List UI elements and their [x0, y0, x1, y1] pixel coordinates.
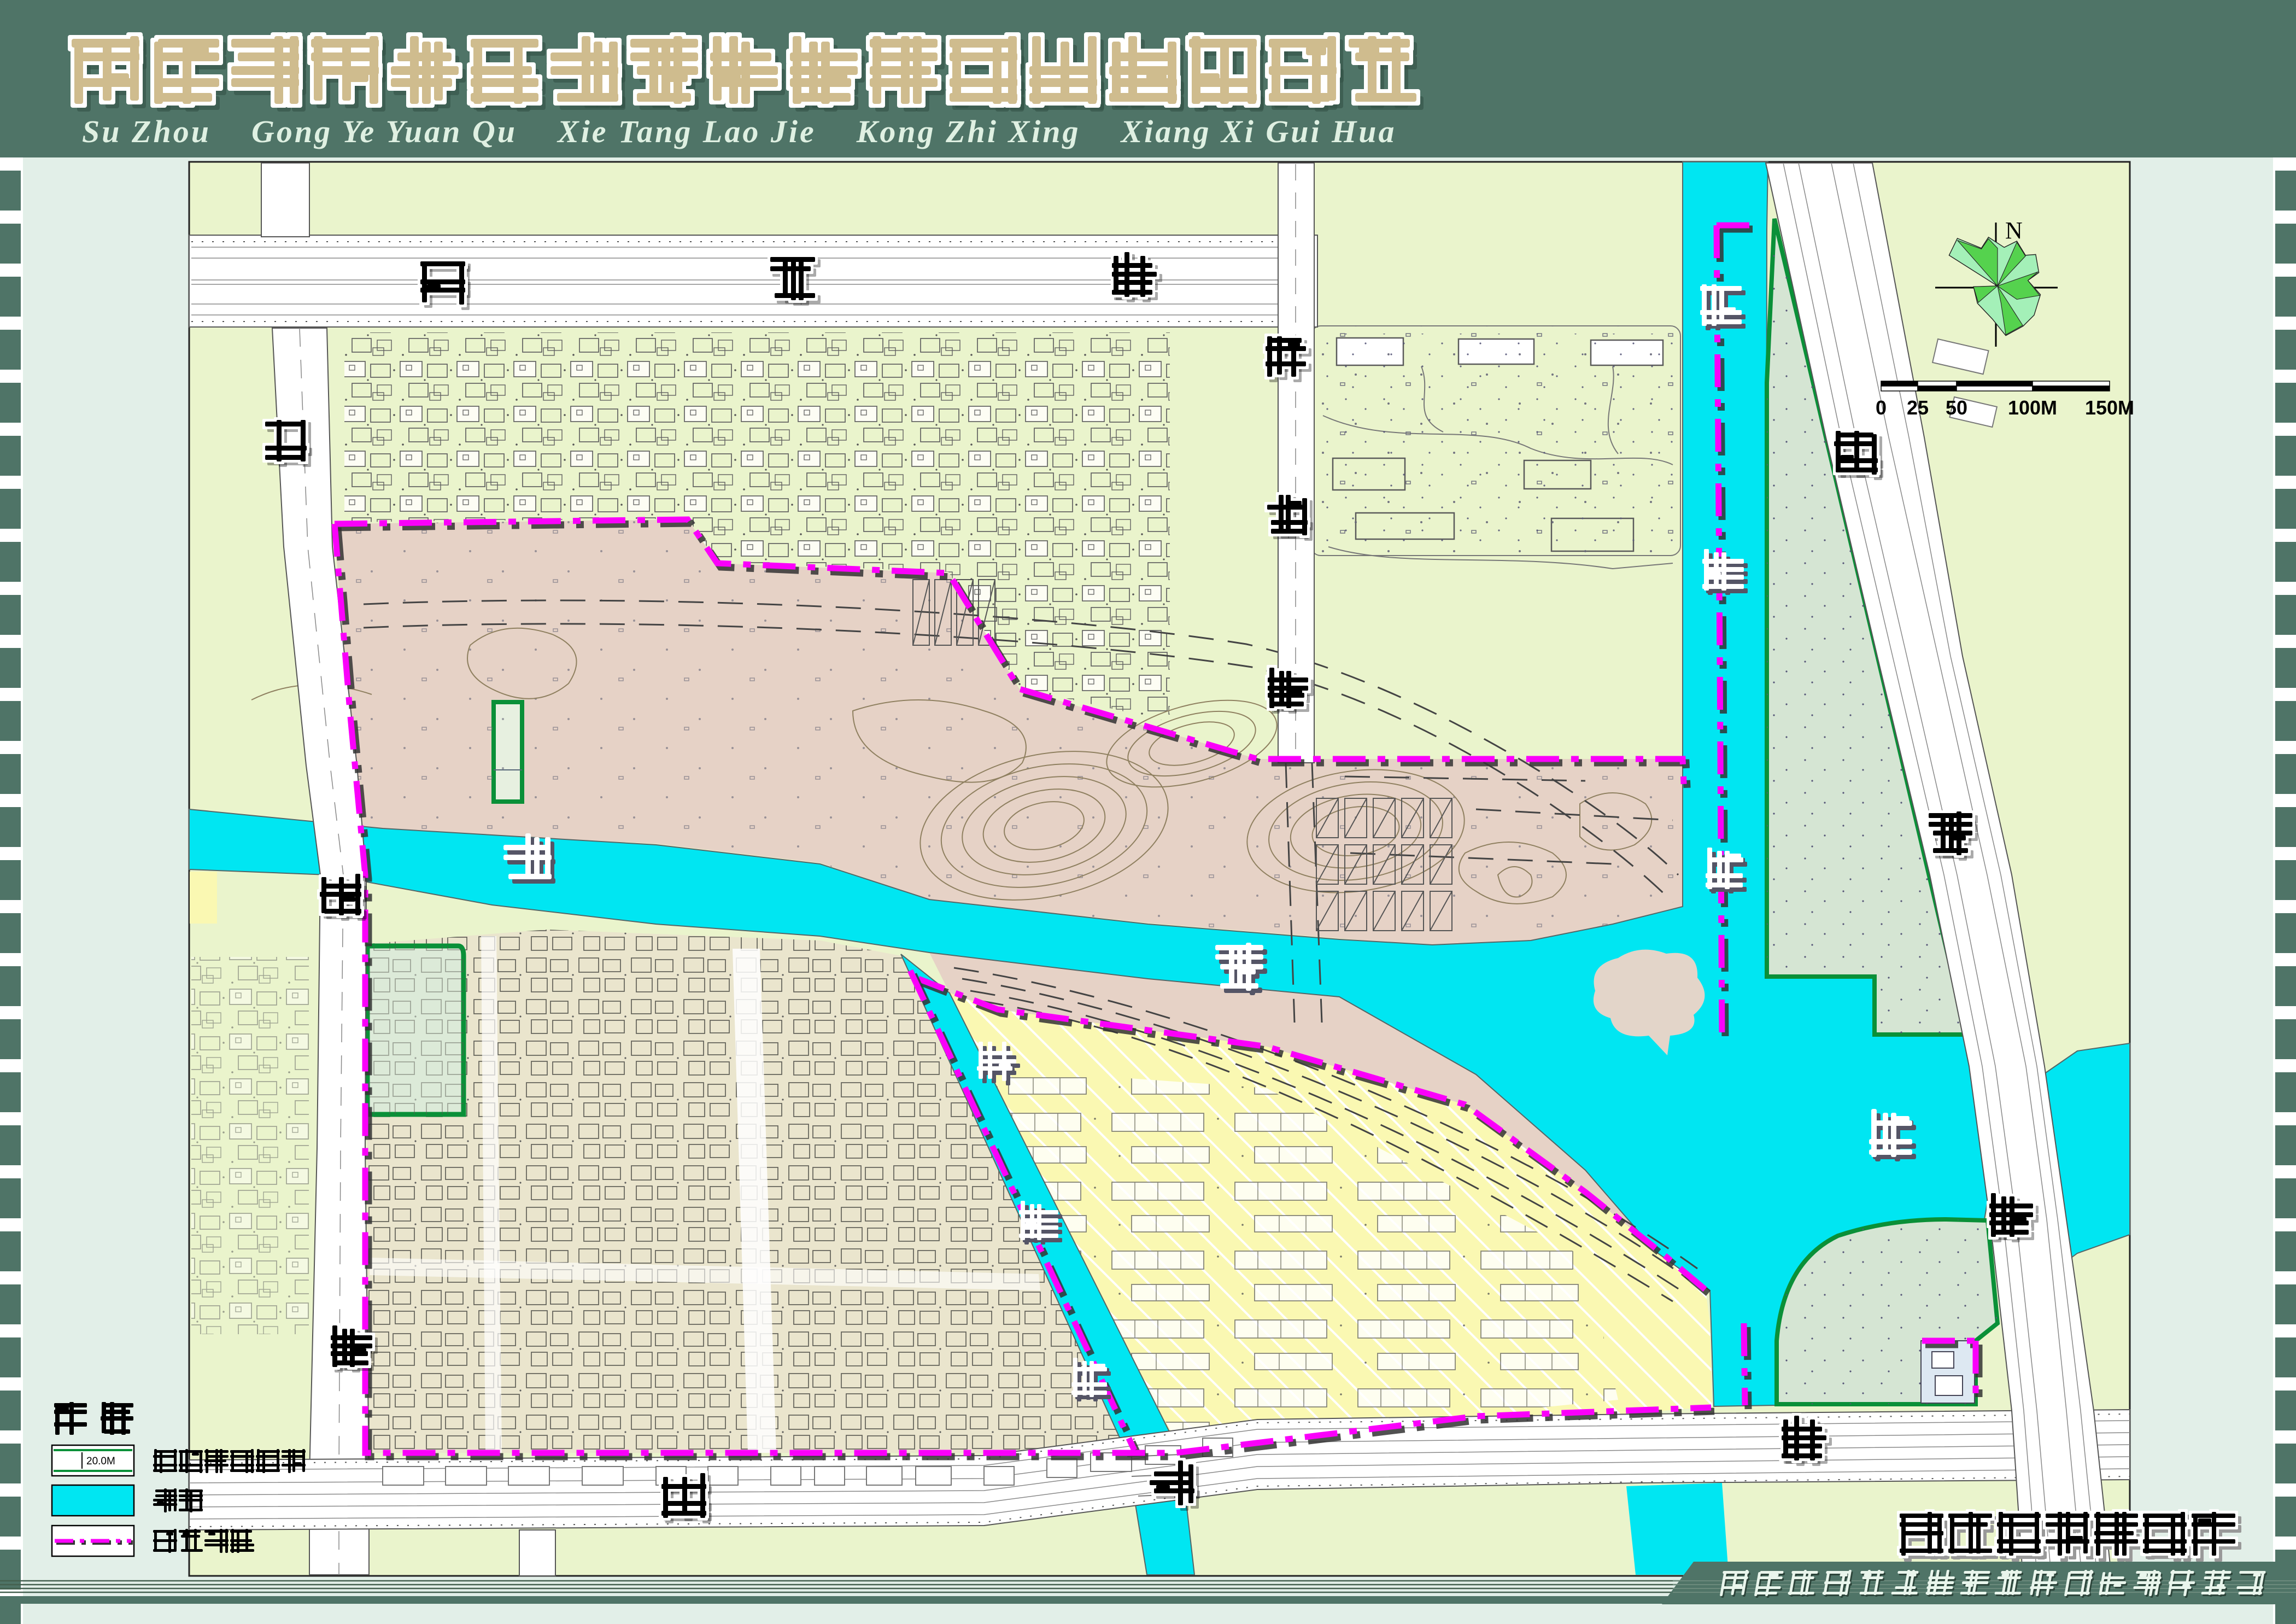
svg-text:150M: 150M: [2085, 396, 2134, 419]
svg-text:20.0M: 20.0M: [86, 1456, 115, 1467]
svg-text:N: N: [2005, 217, 2023, 244]
svg-text:25: 25: [1907, 396, 1929, 419]
svg-text:50: 50: [1946, 396, 1967, 419]
svg-text:0: 0: [1876, 396, 1887, 419]
svg-text:100M: 100M: [2008, 396, 2057, 419]
svg-text:Su Zhou Gong Ye Yuan Qu: Su Zhou Gong Ye Yuan Qu Xie Tang Lao Jie…: [82, 114, 1396, 149]
